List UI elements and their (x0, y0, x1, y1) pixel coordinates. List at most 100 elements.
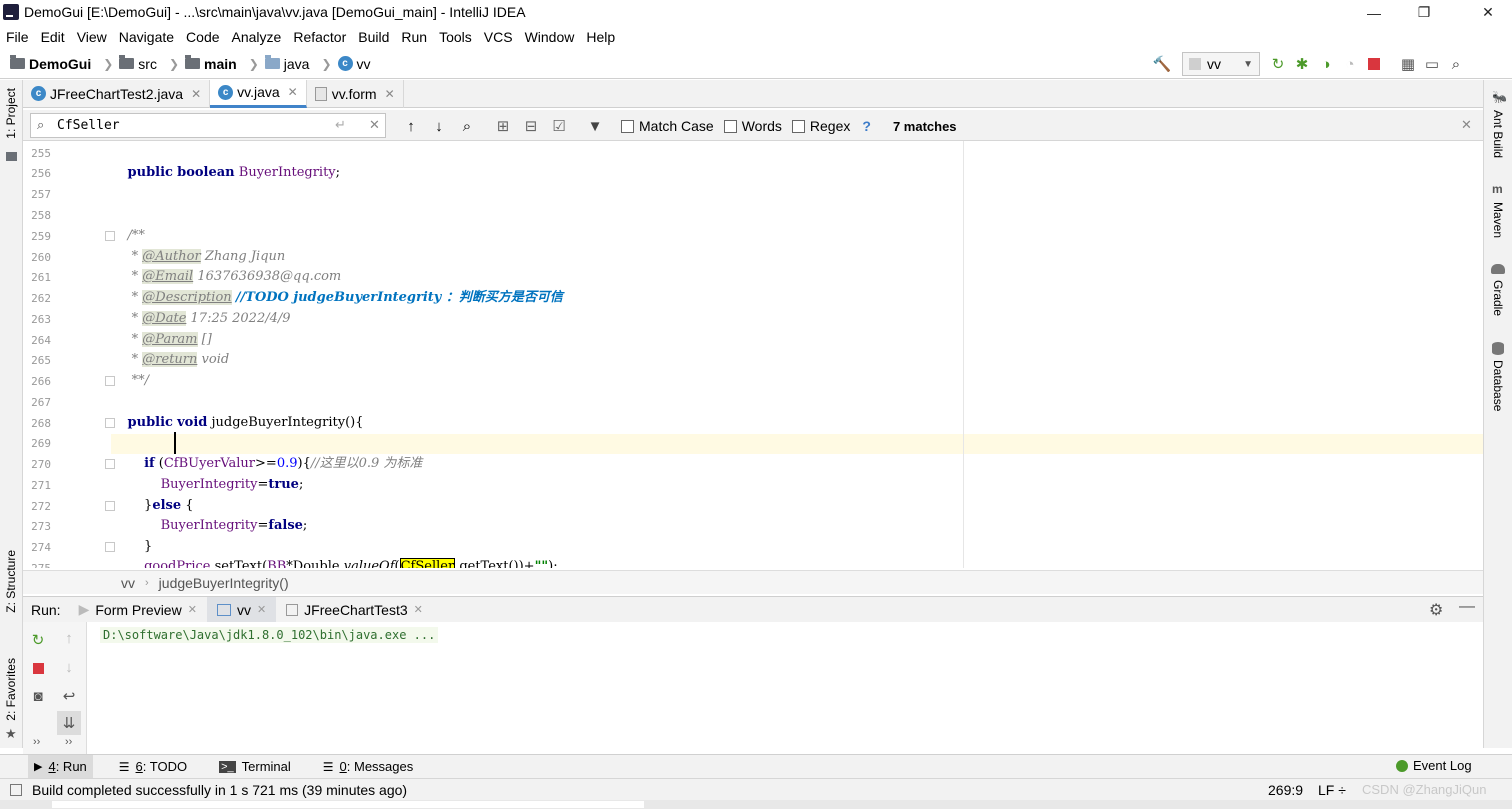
breadcrumb-method[interactable]: judgeBuyerIntegrity() (159, 575, 289, 591)
code-line: BuyerIntegrity=true; (160, 477, 304, 492)
match-case-option[interactable]: Match Case (621, 118, 714, 134)
camera-icon[interactable]: ◙ (26, 684, 50, 708)
menu-run[interactable]: Run (401, 25, 427, 49)
ant-build-tool-button[interactable]: Ant Build (1491, 110, 1505, 158)
words-option[interactable]: Words (723, 118, 782, 134)
close-tab-icon[interactable]: ✕ (257, 603, 266, 616)
menu-build[interactable]: Build (358, 25, 389, 49)
close-tab-icon[interactable]: ✕ (288, 85, 298, 99)
clear-search-icon[interactable]: ✕ (369, 117, 380, 133)
scroll-thumb[interactable] (52, 801, 644, 808)
crumb-class[interactable]: c vv (337, 56, 371, 72)
line-separator[interactable]: LF ÷ (1318, 782, 1346, 798)
crumb-main[interactable]: main (185, 55, 237, 72)
search-everywhere-icon[interactable]: ⌕ (1444, 52, 1468, 76)
run-tab-jfreecharttest3[interactable]: JFreeChartTest3 ✕ (276, 597, 433, 623)
tool-windows-toggle-icon[interactable] (10, 783, 22, 796)
profile-icon[interactable]: ◔ (1338, 52, 1362, 76)
close-tab-icon[interactable]: ✕ (188, 603, 197, 616)
tab-vv-form[interactable]: vv.form ✕ (307, 79, 404, 108)
regex-checkbox[interactable] (791, 119, 805, 133)
run-tab-vv[interactable]: vv ✕ (206, 596, 277, 623)
gear-icon[interactable]: ⚙ (1429, 600, 1443, 620)
menu-view[interactable]: View (77, 25, 107, 49)
scroll-to-end-icon[interactable]: ⇊ (57, 711, 81, 735)
database-tool-button[interactable]: Database (1491, 360, 1505, 411)
tool-window-run[interactable]: ▶ 4: Run (28, 754, 93, 779)
find-all-icon[interactable]: ⌕ (455, 114, 479, 138)
words-checkbox[interactable] (723, 119, 737, 133)
debug-icon[interactable]: ✱ (1290, 52, 1314, 76)
crumb-project[interactable]: DemoGui (10, 55, 91, 72)
rerun-icon[interactable]: ↻ (1266, 52, 1290, 76)
menu-refactor[interactable]: Refactor (293, 25, 346, 49)
status-message: Build completed successfully in 1 s 721 … (32, 781, 408, 798)
project-structure-icon[interactable]: ▦ (1396, 52, 1420, 76)
menu-help[interactable]: Help (586, 25, 615, 49)
menu-vcs[interactable]: VCS (484, 25, 513, 49)
event-log-button[interactable]: Event Log (1396, 758, 1472, 773)
menu-edit[interactable]: Edit (41, 25, 65, 49)
menu-file[interactable]: File (6, 25, 29, 49)
close-tab-icon[interactable]: ✕ (385, 87, 395, 101)
menu-code[interactable]: Code (186, 25, 219, 49)
tab-vv-java[interactable]: c vv.java ✕ (210, 79, 307, 108)
database-icon (1492, 342, 1504, 355)
scroll-up-icon[interactable]: ↑ (57, 626, 81, 650)
crumb-java[interactable]: java (264, 55, 309, 72)
stop-icon[interactable] (1362, 52, 1386, 76)
console-output[interactable]: D:\software\Java\jdk1.8.0_102\bin\java.e… (100, 627, 439, 643)
code-editor[interactable]: 255 256 257 258 259 260 261 262 263 264 … (23, 141, 1483, 568)
project-tool-button[interactable]: 1: Project (4, 88, 18, 139)
close-tab-icon[interactable]: ✕ (191, 87, 201, 101)
add-occurrence-icon[interactable]: ⊞ (491, 114, 515, 138)
favorites-tool-button[interactable]: 2: Favorites (4, 658, 18, 721)
tool-window-terminal[interactable]: >_ Terminal (213, 755, 297, 779)
gradle-tool-button[interactable]: Gradle (1491, 280, 1505, 316)
restore-button[interactable]: ❐ (1400, 0, 1448, 25)
match-case-checkbox[interactable] (621, 119, 634, 133)
menu-analyze[interactable]: Analyze (232, 25, 282, 49)
maven-tool-button[interactable]: Maven (1491, 202, 1505, 238)
search-icon: ⌕ (37, 117, 45, 132)
hide-panel-icon[interactable]: — (1459, 598, 1475, 616)
close-find-icon[interactable]: ✕ (1461, 117, 1472, 133)
menu-window[interactable]: Window (525, 25, 575, 49)
next-occurrence-icon[interactable]: ↓ (427, 114, 451, 138)
structure-tool-button[interactable]: Z: Structure (4, 550, 18, 613)
run-config-select[interactable]: vv ▼ (1182, 52, 1260, 76)
run-tab-form-preview[interactable]: ▶ Form Preview ✕ (69, 597, 207, 623)
regex-option[interactable]: Regex (791, 118, 850, 134)
code-line: /** (111, 228, 145, 243)
close-tab-icon[interactable]: ✕ (414, 603, 423, 616)
regex-help-link[interactable]: ? (862, 118, 871, 134)
rerun-icon[interactable]: ↻ (26, 628, 50, 652)
coverage-icon[interactable]: ◑ (1314, 52, 1338, 76)
sdk-icon[interactable]: ▭ (1420, 52, 1444, 76)
build-hammer-icon[interactable]: 🔨 (1150, 52, 1174, 76)
javadoc-tag: @Description (142, 290, 232, 305)
menu-navigate[interactable]: Navigate (119, 25, 174, 49)
code-line: } (111, 539, 153, 554)
tool-window-messages[interactable]: ☰ 0: Messages (317, 755, 419, 779)
soft-wrap-icon[interactable]: ↩ (57, 684, 81, 708)
breadcrumb-class[interactable]: vv (121, 575, 135, 591)
new-line-icon[interactable]: ↵ (335, 117, 346, 133)
close-window-button[interactable]: ✕ (1464, 0, 1512, 25)
filter-icon[interactable]: ▼ (583, 114, 607, 138)
crumb-src[interactable]: src (119, 55, 157, 72)
minimize-button[interactable]: — (1350, 0, 1398, 25)
caret-position[interactable]: 269:9 (1268, 782, 1303, 798)
select-all-occurrences-icon[interactable]: ☑ (547, 114, 571, 138)
remove-occurrence-icon[interactable]: ⊟ (519, 114, 543, 138)
search-input[interactable]: CfSeller (30, 113, 386, 138)
horizontal-scrollbar[interactable] (0, 800, 1512, 809)
tool-window-todo[interactable]: ☰ 6: TODO (113, 755, 193, 779)
menu-tools[interactable]: Tools (439, 25, 472, 49)
more-actions-icon[interactable]: ›› (65, 736, 72, 748)
scroll-down-icon[interactable]: ↓ (57, 655, 81, 679)
stop-icon[interactable] (26, 656, 50, 680)
previous-occurrence-icon[interactable]: ↑ (399, 114, 423, 138)
tab-jfreecharttest2[interactable]: c JFreeChartTest2.java ✕ (23, 79, 211, 108)
more-actions-icon[interactable]: ›› (33, 736, 40, 748)
